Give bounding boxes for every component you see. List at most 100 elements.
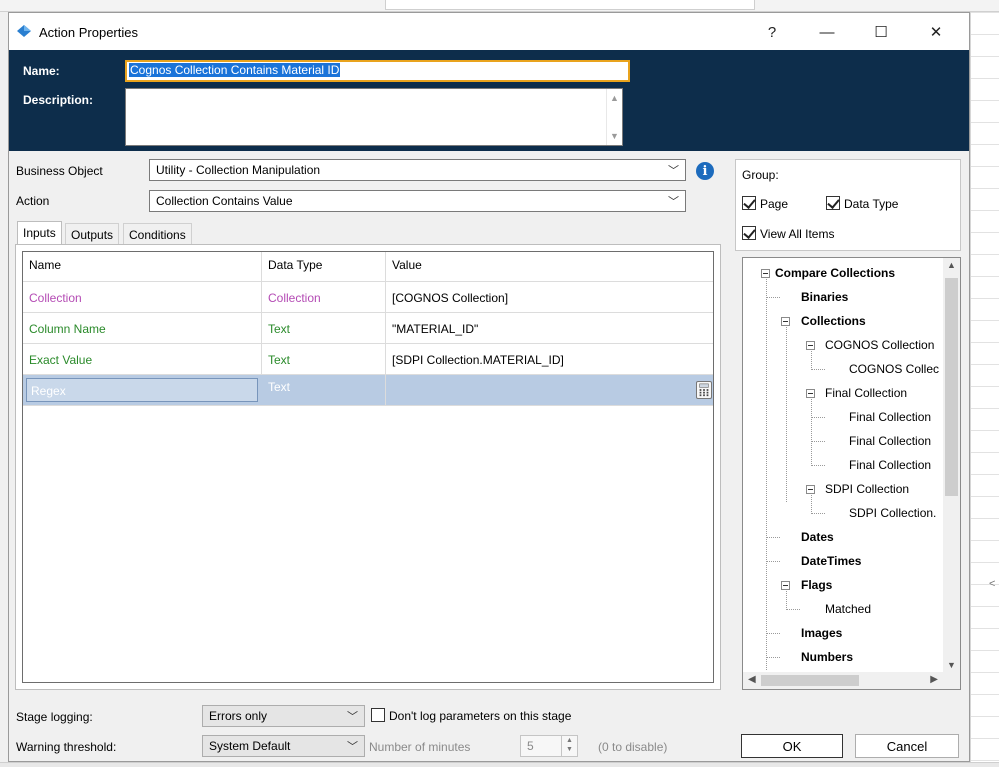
scroll-thumb[interactable] bbox=[761, 675, 859, 686]
data-type-checkbox[interactable] bbox=[826, 196, 840, 210]
ok-button[interactable]: OK bbox=[741, 734, 843, 758]
tree-item-field[interactable]: Final Collection bbox=[849, 434, 931, 448]
group-label: Group: bbox=[742, 168, 779, 182]
input-value-cell[interactable]: [SDPI Collection.MATERIAL_ID] bbox=[386, 344, 715, 375]
inputs-tab-panel: Name Data Type Value Collection Collecti… bbox=[15, 244, 721, 690]
tree-connector bbox=[766, 274, 767, 670]
tree-item-binaries[interactable]: Binaries bbox=[801, 290, 848, 304]
background-toolbar bbox=[0, 0, 999, 12]
expression-editor-icon[interactable] bbox=[696, 381, 712, 399]
tab-conditions[interactable]: Conditions bbox=[123, 223, 192, 245]
dont-log-parameters-checkbox[interactable] bbox=[371, 708, 385, 722]
input-type-cell: Text bbox=[262, 375, 386, 406]
tree-item-numbers[interactable]: Numbers bbox=[801, 650, 853, 664]
table-row[interactable]: Exact Value Text [SDPI Collection.MATERI… bbox=[23, 344, 713, 375]
info-icon[interactable]: i bbox=[696, 162, 714, 180]
minimize-button[interactable]: — bbox=[804, 17, 850, 47]
column-header-name[interactable]: Name bbox=[23, 252, 262, 282]
tree-connector bbox=[811, 441, 825, 442]
tree-connector bbox=[786, 322, 787, 502]
maximize-button[interactable]: ☐ bbox=[858, 17, 904, 47]
input-type-cell: Collection bbox=[262, 282, 386, 313]
disable-hint: (0 to disable) bbox=[598, 740, 668, 754]
chevron-left-icon[interactable]: ◀ bbox=[748, 674, 756, 685]
tree-item-compare-collections[interactable]: Compare Collections bbox=[775, 266, 895, 280]
tree-item-cognos-collection[interactable]: COGNOS Collection bbox=[825, 338, 934, 352]
scroll-down-icon[interactable]: ▼ bbox=[610, 131, 619, 141]
tree-horizontal-scrollbar[interactable]: ◀ ▶ bbox=[743, 672, 960, 689]
title-bar[interactable]: Action Properties ? — ☐ ✕ bbox=[9, 13, 969, 50]
stepper-down-icon[interactable]: ▼ bbox=[566, 746, 573, 753]
chevron-down-icon: ﹀ bbox=[347, 711, 358, 723]
table-row[interactable]: Column Name Text "MATERIAL_ID" bbox=[23, 313, 713, 344]
name-input[interactable]: Cognos Collection Contains Material ID bbox=[125, 60, 630, 82]
column-header-data-type[interactable]: Data Type bbox=[262, 252, 386, 282]
collapse-icon[interactable] bbox=[761, 269, 770, 278]
name-label: Name: bbox=[23, 64, 60, 78]
scroll-up-icon[interactable]: ▲ bbox=[610, 93, 619, 103]
action-value: Collection Contains Value bbox=[156, 194, 293, 208]
description-scrollbar[interactable]: ▲ ▼ bbox=[606, 89, 622, 145]
description-input[interactable]: ▲ ▼ bbox=[125, 88, 623, 146]
view-all-items-label[interactable]: View All Items bbox=[760, 227, 834, 241]
stage-logging-select[interactable]: Errors only ﹀ bbox=[202, 705, 365, 727]
page-checkbox-label[interactable]: Page bbox=[760, 197, 788, 211]
data-items-tree[interactable]: Compare Collections Binaries Collections… bbox=[742, 257, 961, 690]
chevron-down-icon: ﹀ bbox=[668, 165, 679, 177]
collapse-icon[interactable] bbox=[806, 485, 815, 494]
input-name-cell: Exact Value bbox=[23, 344, 262, 375]
tree-item-field[interactable]: Final Collection bbox=[849, 458, 931, 472]
tree-item-field[interactable]: COGNOS Collec bbox=[849, 362, 939, 376]
data-type-checkbox-label[interactable]: Data Type bbox=[844, 197, 898, 211]
collapse-icon[interactable] bbox=[781, 317, 790, 326]
column-header-value[interactable]: Value bbox=[386, 252, 715, 282]
collapse-icon[interactable] bbox=[806, 389, 815, 398]
tree-item-dates[interactable]: Dates bbox=[801, 530, 834, 544]
table-row-selected[interactable]: Regex Text bbox=[23, 375, 713, 406]
help-button[interactable]: ? bbox=[749, 17, 795, 47]
tree-item-datetimes[interactable]: DateTimes bbox=[801, 554, 861, 568]
stepper-arrows[interactable]: ▲ ▼ bbox=[561, 736, 577, 756]
stage-logging-label: Stage logging: bbox=[16, 710, 93, 724]
warning-threshold-select[interactable]: System Default ﹀ bbox=[202, 735, 365, 757]
input-value-cell[interactable]: [COGNOS Collection] bbox=[386, 282, 715, 313]
close-button[interactable]: ✕ bbox=[913, 17, 959, 47]
tab-outputs[interactable]: Outputs bbox=[65, 223, 120, 245]
tree-item-collections[interactable]: Collections bbox=[801, 314, 866, 328]
input-value-cell[interactable]: "MATERIAL_ID" bbox=[386, 313, 715, 344]
minutes-stepper[interactable]: 5 ▲ ▼ bbox=[520, 735, 578, 757]
tree-item-field[interactable]: Final Collection bbox=[849, 410, 931, 424]
page-checkbox[interactable] bbox=[742, 196, 756, 210]
collapse-icon[interactable] bbox=[781, 581, 790, 590]
view-all-items-checkbox[interactable] bbox=[742, 226, 756, 240]
input-value-cell[interactable] bbox=[386, 375, 715, 406]
tree-connector bbox=[766, 657, 780, 658]
input-name-edit[interactable]: Regex bbox=[26, 378, 258, 402]
background-field bbox=[385, 0, 755, 10]
chevron-right-icon[interactable]: ▶ bbox=[930, 674, 938, 685]
table-row[interactable]: Collection Collection [COGNOS Collection… bbox=[23, 282, 713, 313]
collapse-icon[interactable] bbox=[806, 341, 815, 350]
action-select[interactable]: Collection Contains Value ﹀ bbox=[149, 190, 686, 212]
tree-connector bbox=[766, 561, 780, 562]
input-type-cell: Text bbox=[262, 344, 386, 375]
chevron-down-icon[interactable]: ▼ bbox=[947, 660, 956, 670]
tree-vertical-scrollbar[interactable]: ▲ ▼ bbox=[943, 258, 960, 672]
stepper-up-icon[interactable]: ▲ bbox=[566, 737, 573, 744]
tab-inputs[interactable]: Inputs bbox=[17, 221, 62, 245]
tree-item-flags[interactable]: Flags bbox=[801, 578, 832, 592]
tree-item-sdpi-collection[interactable]: SDPI Collection bbox=[825, 482, 909, 496]
cancel-button[interactable]: Cancel bbox=[855, 734, 959, 758]
tree-connector bbox=[811, 394, 812, 464]
scroll-thumb[interactable] bbox=[945, 278, 958, 496]
tree-item-matched[interactable]: Matched bbox=[825, 602, 871, 616]
dont-log-parameters-label[interactable]: Don't log parameters on this stage bbox=[389, 709, 571, 723]
chevron-up-icon[interactable]: ▲ bbox=[947, 260, 956, 270]
business-object-select[interactable]: Utility - Collection Manipulation ﹀ bbox=[149, 159, 686, 181]
tree-connector bbox=[766, 537, 780, 538]
tree-connector bbox=[811, 513, 825, 514]
tree-item-final-collection[interactable]: Final Collection bbox=[825, 386, 907, 400]
tree-item-field[interactable]: SDPI Collection. bbox=[849, 506, 936, 520]
tree-item-images[interactable]: Images bbox=[801, 626, 842, 640]
warning-threshold-value: System Default bbox=[209, 739, 291, 753]
